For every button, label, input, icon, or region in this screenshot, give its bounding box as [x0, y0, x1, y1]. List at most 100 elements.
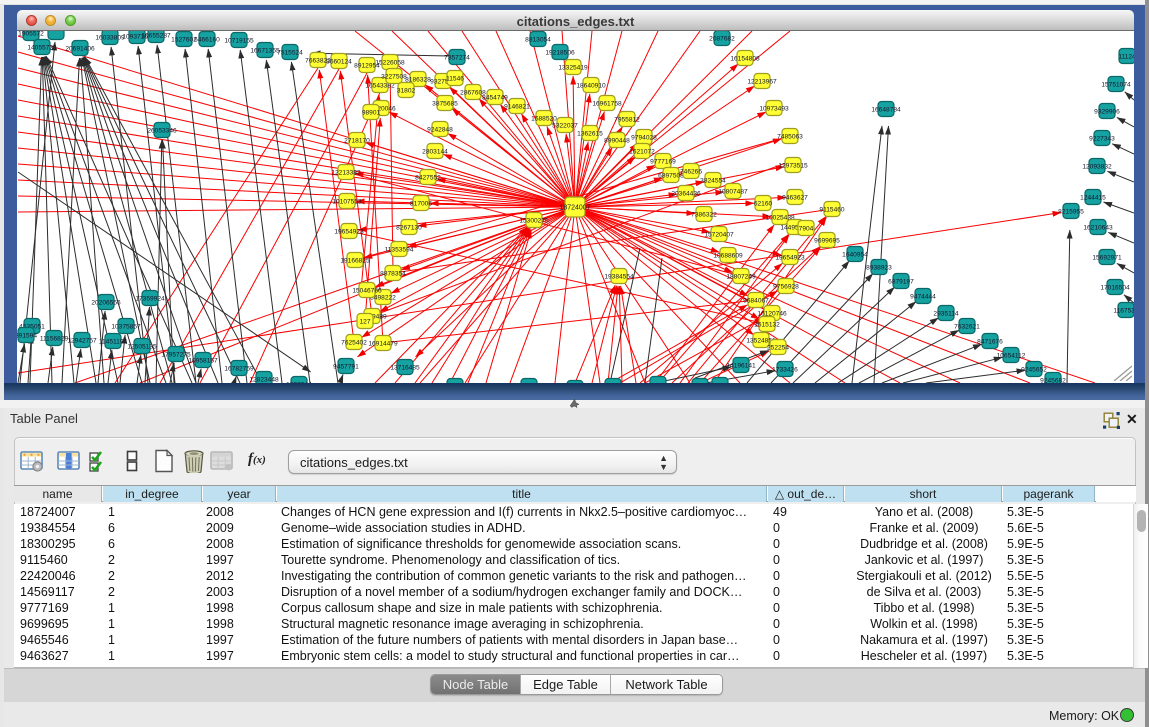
svg-text:9457791: 9457791 [333, 363, 359, 370]
svg-text:7386322: 7386322 [691, 211, 717, 218]
svg-text:1615132: 1615132 [754, 321, 780, 328]
svg-text:3227508: 3227508 [381, 73, 407, 80]
svg-text:3824554: 3824554 [700, 177, 726, 184]
svg-text:9227343: 9227343 [1089, 135, 1115, 142]
svg-text:15692971: 15692971 [1092, 254, 1122, 261]
svg-text:8427552: 8427552 [415, 174, 441, 181]
svg-text:1292344: 1292344 [286, 381, 312, 383]
svg-text:9115460: 9115460 [819, 206, 845, 213]
svg-text:1362615: 1362615 [577, 130, 603, 137]
svg-text:9146821: 9146821 [504, 103, 530, 110]
svg-text:16648784: 16648784 [871, 106, 901, 113]
svg-text:20206556: 20206556 [91, 299, 121, 306]
svg-text:12942757: 12942757 [67, 337, 97, 344]
svg-text:12213967: 12213967 [747, 78, 777, 85]
svg-text:1733426: 1733426 [772, 366, 798, 373]
svg-text:5322037: 5322037 [552, 122, 578, 129]
svg-text:7357274: 7357274 [444, 54, 470, 61]
svg-text:7955812: 7955812 [614, 116, 640, 123]
svg-text:7485063: 7485063 [777, 133, 803, 140]
svg-text:2087682: 2087682 [709, 35, 735, 42]
svg-text:26053346: 26053346 [147, 127, 177, 134]
svg-text:9329906: 9329906 [1094, 108, 1120, 115]
svg-text:9756928: 9756928 [773, 283, 799, 290]
svg-text:9699695: 9699695 [814, 237, 840, 244]
svg-text:15300275: 15300275 [519, 217, 549, 224]
svg-text:18807249: 18807249 [726, 273, 756, 280]
svg-text:11156829: 11156829 [40, 335, 69, 342]
svg-text:9794028: 9794028 [631, 134, 657, 141]
svg-text:19166825: 19166825 [340, 257, 370, 264]
svg-text:10973493: 10973493 [759, 105, 789, 112]
svg-text:252254: 252254 [767, 344, 789, 351]
svg-text:8267130: 8267130 [396, 224, 422, 231]
svg-text:16033809: 16033809 [95, 34, 125, 41]
svg-text:10107553: 10107553 [332, 198, 362, 205]
svg-text:10719155: 10719155 [224, 37, 254, 44]
svg-text:7632621: 7632621 [954, 323, 980, 330]
svg-text:8878354: 8878354 [380, 270, 406, 277]
svg-text:10655287: 10655287 [141, 32, 171, 39]
svg-text:10807487: 10807487 [718, 188, 748, 195]
svg-text:7515524: 7515524 [277, 49, 303, 56]
svg-text:746266: 746266 [680, 168, 702, 175]
svg-text:1244415: 1244415 [1080, 194, 1106, 201]
svg-text:8215955: 8215955 [1058, 208, 1084, 215]
svg-text:11451194: 11451194 [99, 338, 128, 345]
svg-text:1905572: 1905572 [18, 31, 44, 37]
svg-text:2935114: 2935114 [933, 310, 959, 317]
svg-text:12823448: 12823448 [249, 376, 279, 383]
svg-text:9684067: 9684067 [743, 297, 769, 304]
svg-text:817006: 817006 [410, 200, 432, 207]
svg-text:9463627: 9463627 [782, 194, 808, 201]
svg-text:13716485: 13716485 [390, 364, 420, 371]
svg-text:17016504: 17016504 [1100, 284, 1130, 291]
svg-text:15751074: 15751074 [1101, 81, 1131, 88]
svg-text:8938923: 8938923 [866, 264, 892, 271]
svg-text:3875685: 3875685 [432, 100, 458, 107]
svg-text:16671355: 16671355 [250, 47, 280, 54]
svg-text:9777169: 9777169 [650, 158, 676, 165]
svg-text:1167534: 1167534 [1113, 307, 1134, 314]
svg-text:15720407: 15720407 [704, 231, 734, 238]
svg-text:391594: 391594 [17, 332, 37, 339]
svg-text:10654112: 10654112 [997, 352, 1026, 359]
svg-text:127: 127 [359, 318, 370, 325]
svg-text:1640954: 1640954 [842, 251, 868, 258]
svg-text:18640910: 18640910 [576, 82, 606, 89]
svg-text:14196141: 14196141 [726, 362, 756, 369]
svg-text:6879197: 6879197 [888, 278, 914, 285]
svg-text:19654923: 19654923 [775, 254, 805, 261]
svg-text:11124: 11124 [1118, 53, 1134, 60]
svg-text:14055721: 14055721 [27, 44, 57, 51]
svg-text:12093832: 12093832 [1082, 163, 1112, 170]
svg-text:17359924: 17359924 [135, 295, 165, 302]
svg-text:20691406: 20691406 [65, 45, 95, 52]
svg-text:10958157: 10958157 [188, 357, 218, 364]
svg-text:19654923: 19654923 [334, 228, 364, 235]
svg-text:10375857: 10375857 [111, 323, 141, 330]
svg-text:6466160: 6466160 [194, 36, 220, 43]
svg-text:15226058: 15226058 [375, 59, 405, 66]
svg-text:8454749: 8454749 [482, 94, 508, 101]
svg-text:13325419: 13325419 [558, 64, 588, 71]
svg-text:17957275: 17957275 [161, 351, 191, 358]
svg-text:18724007: 18724007 [559, 205, 590, 212]
svg-text:20364436: 20364436 [671, 190, 701, 197]
svg-text:8813054: 8813054 [525, 36, 551, 43]
svg-text:62160: 62160 [754, 200, 773, 207]
svg-text:9245682: 9245682 [1040, 377, 1066, 383]
svg-text:10688609: 10688609 [713, 252, 743, 259]
svg-text:12505135: 12505135 [127, 343, 157, 350]
svg-text:16154808: 16154808 [730, 55, 760, 62]
svg-text:16210643: 16210643 [1083, 224, 1113, 231]
svg-text:1621072: 1621072 [629, 148, 655, 155]
svg-text:8990448: 8990448 [604, 137, 630, 144]
svg-text:9474444: 9474444 [910, 293, 936, 300]
svg-text:2718170: 2718170 [344, 137, 370, 144]
svg-text:98901: 98901 [362, 109, 381, 116]
svg-text:31802: 31802 [397, 87, 416, 94]
svg-text:19218506: 19218506 [545, 49, 575, 56]
svg-text:11353594: 11353594 [385, 246, 414, 253]
svg-text:7663822: 7663822 [305, 57, 331, 64]
